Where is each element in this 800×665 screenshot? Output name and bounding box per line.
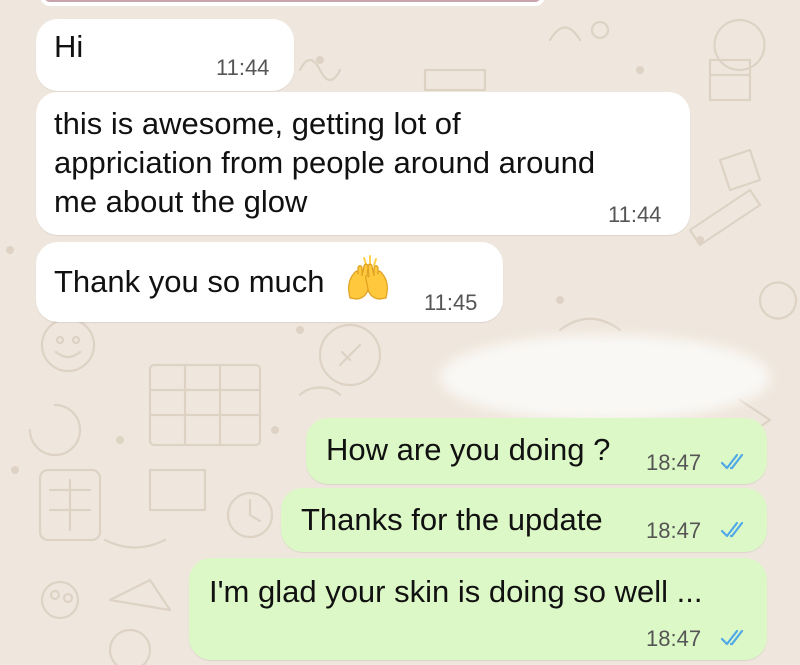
message-text: Thank you so much <box>54 264 325 299</box>
message-text: Hi <box>54 29 84 64</box>
outgoing-message[interactable]: How are you doing ? 18:47 <box>306 418 767 484</box>
redacted-area <box>440 335 770 420</box>
outgoing-message[interactable]: Thanks for the update 18:47 <box>281 488 767 552</box>
incoming-message[interactable]: Thank you so much 11:45 <box>36 242 503 322</box>
message-text: I'm glad your skin is doing so well ... <box>209 574 703 609</box>
message-time: 11:44 <box>216 55 270 80</box>
read-receipt-icon <box>720 453 744 470</box>
outgoing-message[interactable]: I'm glad your skin is doing so well ... … <box>189 558 767 660</box>
message-text: Thanks for the update <box>301 502 603 537</box>
message-time: 11:44 <box>608 202 662 227</box>
message-time: 18:47 <box>646 450 702 475</box>
read-receipt-icon <box>720 629 744 646</box>
message-time: 11:45 <box>424 290 478 315</box>
message-time: 18:47 <box>646 518 702 543</box>
raising-hands-icon <box>348 255 388 300</box>
incoming-message[interactable]: this is awesome, getting lot of appricia… <box>36 92 690 235</box>
read-receipt-icon <box>720 521 744 538</box>
message-time: 18:47 <box>646 626 702 651</box>
message-text: this is awesome, getting lot of appricia… <box>54 106 596 219</box>
message-text: How are you doing ? <box>326 432 611 467</box>
incoming-message[interactable]: Hi 11:44 <box>36 19 294 91</box>
media-preview[interactable] <box>40 0 545 6</box>
